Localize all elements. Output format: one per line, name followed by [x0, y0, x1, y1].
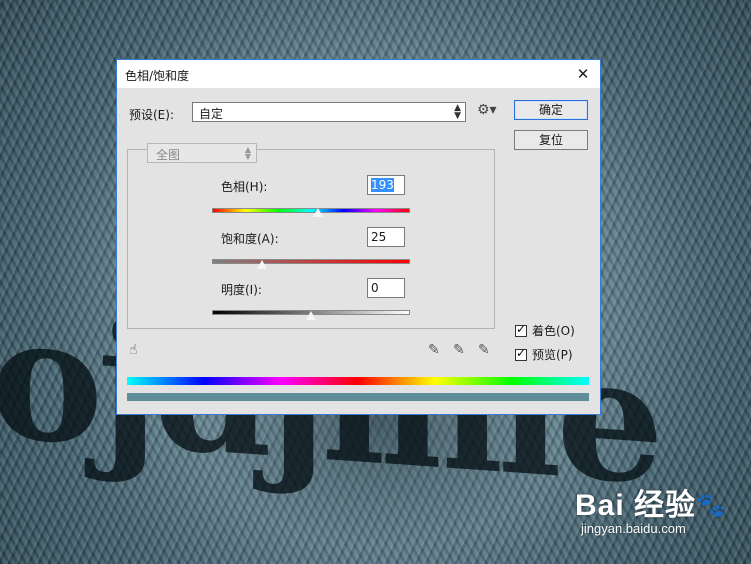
saturation-slider-thumb[interactable]: [255, 260, 268, 270]
eyedropper-minus-icon[interactable]: ✎: [478, 342, 490, 358]
hue-slider-track[interactable]: [212, 208, 410, 213]
preset-label: 预设(E):: [129, 108, 174, 122]
eyedropper-icon[interactable]: ✎: [428, 342, 440, 358]
hue-label: 色相(H):: [221, 180, 268, 194]
preset-select[interactable]: 自定 ▲ ▼: [192, 102, 466, 122]
channel-value: 全图: [156, 148, 181, 162]
saturation-label: 饱和度(A):: [221, 232, 279, 246]
colorize-checkbox[interactable]: 着色(O): [515, 322, 575, 339]
close-icon[interactable]: ✕: [566, 60, 600, 88]
eyedropper-plus-icon[interactable]: ✎: [453, 342, 465, 358]
select-arrows-icon: ▲ ▼: [244, 145, 251, 161]
hand-target-adjust-icon[interactable]: ☝: [129, 342, 138, 358]
adjustment-group: [127, 149, 495, 329]
paw-icon: 🐾: [696, 492, 727, 519]
preview-checkbox[interactable]: 预览(P): [515, 346, 573, 363]
preview-label: 预览(P): [532, 348, 573, 362]
watermark-logo: Bai 经验🐾: [575, 480, 727, 524]
hue-slider-thumb[interactable]: [311, 208, 324, 218]
hue-saturation-dialog: 色相/饱和度 ✕ 预设(E): 自定 ▲ ▼ ⚙▾ 确定 复位 全图 ▲ ▼ 色相(…: [116, 59, 601, 415]
result-color-bar: [127, 393, 589, 401]
reset-button[interactable]: 复位: [514, 130, 588, 150]
title-bar[interactable]: 色相/饱和度 ✕: [117, 60, 600, 88]
select-arrows-icon: ▲ ▼: [454, 103, 461, 121]
channel-select[interactable]: 全图 ▲ ▼: [147, 143, 257, 163]
lightness-label: 明度(I):: [221, 283, 262, 297]
dialog-title: 色相/饱和度: [125, 69, 190, 83]
hue-input[interactable]: 193: [367, 175, 405, 195]
colorize-checkbox-box[interactable]: [515, 322, 527, 337]
watermark-logo-text: Bai 经验: [575, 489, 697, 522]
colorize-label: 着色(O): [532, 324, 575, 338]
saturation-slider-track[interactable]: [212, 259, 410, 264]
hue-value: 193: [371, 178, 394, 192]
source-color-spectrum: [127, 377, 589, 385]
dialog-body: 预设(E): 自定 ▲ ▼ ⚙▾ 确定 复位 全图 ▲ ▼ 色相(H): 193 饱…: [117, 88, 600, 414]
preset-value: 自定: [199, 107, 224, 121]
lightness-slider-thumb[interactable]: [305, 311, 317, 321]
preview-checkbox-box[interactable]: [515, 346, 527, 361]
lightness-input[interactable]: 0: [367, 278, 405, 298]
ok-button[interactable]: 确定: [514, 100, 588, 120]
gear-icon[interactable]: ⚙▾: [477, 102, 497, 118]
saturation-input[interactable]: 25: [367, 227, 405, 247]
baidu-watermark: Bai 经验🐾 jingyan.baidu.com: [575, 480, 727, 536]
